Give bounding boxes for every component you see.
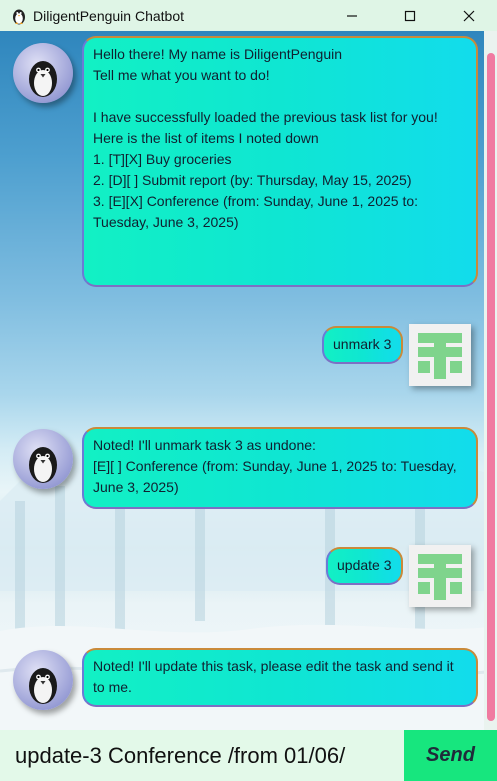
- penguin-icon: [29, 668, 57, 704]
- minimize-icon: [347, 14, 357, 17]
- maximize-icon: [404, 10, 416, 21]
- penguin-icon: [29, 61, 57, 97]
- penguin-app-icon: [13, 9, 25, 24]
- minimize-button[interactable]: [329, 0, 375, 31]
- scrollbar-thumb[interactable]: [487, 53, 495, 721]
- chat-scrollbar[interactable]: [484, 31, 497, 730]
- bot-avatar: [13, 429, 73, 489]
- maximize-button[interactable]: [387, 0, 433, 31]
- bot-message-bubble: Noted! I'll update this task, please edi…: [82, 648, 478, 707]
- bot-avatar: [13, 43, 73, 103]
- user-avatar: [409, 545, 471, 607]
- user-message-bubble: update 3: [326, 547, 403, 585]
- input-row: Send: [0, 730, 497, 781]
- chat-scroll-pane[interactable]: Hello there! My name is DiligentPenguin …: [0, 31, 497, 730]
- user-avatar: [409, 324, 471, 386]
- window-title: DiligentPenguin Chatbot: [33, 7, 184, 24]
- send-button[interactable]: Send: [404, 730, 497, 781]
- tree-pixel-icon: [418, 554, 462, 600]
- close-icon: [463, 10, 475, 21]
- tree-pixel-icon: [418, 333, 462, 379]
- bot-message-bubble: Hello there! My name is DiligentPenguin …: [82, 36, 478, 287]
- message-input[interactable]: [0, 730, 404, 781]
- user-message-bubble: unmark 3: [322, 326, 403, 364]
- title-bar: DiligentPenguin Chatbot: [0, 0, 497, 31]
- bot-avatar: [13, 650, 73, 710]
- bot-message-bubble: Noted! I'll unmark task 3 as undone: [E]…: [82, 427, 478, 509]
- close-button[interactable]: [446, 0, 492, 31]
- penguin-icon: [29, 447, 57, 483]
